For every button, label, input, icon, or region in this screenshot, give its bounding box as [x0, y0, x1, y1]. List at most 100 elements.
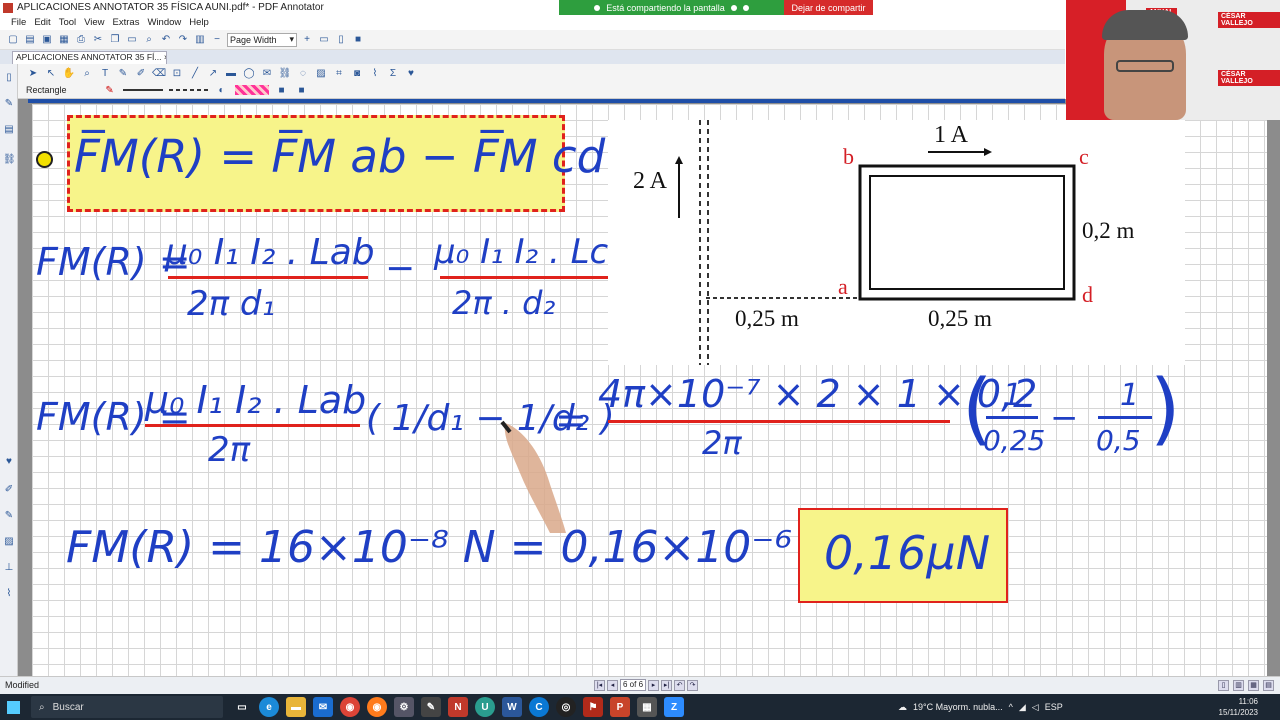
view-double-icon[interactable]: ▥: [1233, 680, 1244, 691]
rectangle-tool-icon[interactable]: ▬: [224, 66, 238, 80]
menu-window[interactable]: Window: [144, 17, 184, 28]
find-icon[interactable]: ⌕: [142, 33, 156, 47]
pointer-icon[interactable]: ➤: [26, 66, 40, 80]
view-scroll-icon[interactable]: ▤: [1263, 680, 1274, 691]
page-layout-icon[interactable]: ▥: [193, 33, 207, 47]
save-all-icon[interactable]: ▦: [57, 33, 71, 47]
start-button[interactable]: [0, 694, 26, 720]
volume-icon[interactable]: ◁: [1032, 702, 1039, 713]
print-icon[interactable]: ⎙: [74, 33, 88, 47]
line-color-icon[interactable]: ✎: [103, 83, 117, 97]
task-view-icon[interactable]: ▭: [232, 697, 252, 717]
copy-icon[interactable]: ❐: [108, 33, 122, 47]
language-indicator[interactable]: ESP: [1045, 702, 1063, 712]
pages-icon[interactable]: ▯: [3, 72, 15, 84]
next-page-button[interactable]: ▸: [648, 679, 659, 691]
app-grid-icon[interactable]: ▦: [637, 697, 657, 717]
file-explorer-icon[interactable]: ▬: [286, 697, 306, 717]
settings-app-icon[interactable]: ⚙: [394, 697, 414, 717]
eraser-icon[interactable]: ⌫: [152, 66, 166, 80]
edit-rail-icon[interactable]: ✎: [3, 510, 15, 522]
close-icon[interactable]: ×: [164, 52, 166, 62]
tab-document[interactable]: APLICACIONES ANNOTATOR 35 FÍ... ×: [12, 51, 167, 64]
menu-extras[interactable]: Extras: [110, 17, 143, 28]
ellipse-tool-icon[interactable]: ◯: [242, 66, 256, 80]
arrow-tool-icon[interactable]: ↗: [206, 66, 220, 80]
crop-icon[interactable]: ⌗: [332, 66, 346, 80]
measure-icon[interactable]: ⌇: [368, 66, 382, 80]
zoom-app-icon[interactable]: Z: [664, 697, 684, 717]
app-u-icon[interactable]: U: [475, 697, 495, 717]
stop-sharing-button[interactable]: Dejar de compartir: [784, 0, 873, 15]
tray-chevron-icon[interactable]: ^: [1009, 702, 1013, 712]
line-style-select[interactable]: [168, 89, 209, 91]
pen-rail-icon[interactable]: ✎: [3, 98, 15, 110]
link-rail-icon[interactable]: ⛓: [3, 154, 16, 166]
edge-icon[interactable]: e: [259, 697, 279, 717]
selection-handle[interactable]: [36, 151, 53, 168]
fit-width-icon[interactable]: ▯: [334, 33, 348, 47]
hand-icon[interactable]: ✋: [62, 66, 76, 80]
zoom-tool-icon[interactable]: ⌕: [80, 66, 94, 80]
pdf-reader-icon[interactable]: ⚑: [583, 697, 603, 717]
stamp-icon[interactable]: ⊡: [170, 66, 184, 80]
new-document-icon[interactable]: ▢: [6, 33, 20, 47]
app-c-icon[interactable]: C: [529, 697, 549, 717]
last-page-button[interactable]: ▸|: [661, 679, 672, 691]
camera-tool-icon[interactable]: ◙: [350, 66, 364, 80]
open-folder-icon[interactable]: ▤: [23, 33, 37, 47]
image-icon[interactable]: ▨: [314, 66, 328, 80]
favorites-icon[interactable]: ♥: [404, 66, 418, 80]
paste-icon[interactable]: ▭: [125, 33, 139, 47]
fullscreen-icon[interactable]: ■: [351, 33, 365, 47]
mic-icon[interactable]: [730, 4, 737, 11]
back-button[interactable]: ↶: [674, 679, 685, 691]
mail-icon[interactable]: ✉: [313, 697, 333, 717]
view-grid-icon[interactable]: ▦: [1248, 680, 1259, 691]
page-indicator[interactable]: 6 of 6: [620, 679, 646, 691]
camera-icon[interactable]: [742, 4, 749, 11]
style-b-icon[interactable]: ■: [295, 83, 309, 97]
image-rail-icon[interactable]: ▨: [3, 536, 15, 548]
menu-view[interactable]: View: [81, 17, 107, 28]
favorites-rail-icon[interactable]: ♥: [3, 456, 15, 468]
stamp-rail-icon[interactable]: ⊥: [3, 562, 15, 574]
clock[interactable]: 11:06 15/11/2023: [1219, 696, 1258, 718]
zoom-in-icon[interactable]: +: [300, 33, 314, 47]
folder-icon[interactable]: ▤: [3, 124, 15, 136]
fit-page-icon[interactable]: ▭: [317, 33, 331, 47]
firefox-icon[interactable]: ◉: [367, 697, 387, 717]
text-tool-icon[interactable]: T: [98, 66, 112, 80]
style-a-icon[interactable]: ■: [275, 83, 289, 97]
highlighter-icon[interactable]: ✐: [134, 66, 148, 80]
line-tool-icon[interactable]: ╱: [188, 66, 202, 80]
menu-tool[interactable]: Tool: [56, 17, 79, 28]
zoom-select[interactable]: Page Width ▾: [227, 32, 297, 47]
link-icon[interactable]: ⛓: [278, 66, 292, 80]
media-icon[interactable]: ◎: [556, 697, 576, 717]
menu-file[interactable]: File: [8, 17, 29, 28]
network-icon[interactable]: ◢: [1019, 702, 1026, 713]
line-width-select[interactable]: [122, 89, 163, 91]
pdf-annotator-icon[interactable]: N: [448, 697, 468, 717]
first-page-button[interactable]: |◂: [594, 679, 605, 691]
prev-page-button[interactable]: ◂: [607, 679, 618, 691]
pen-icon[interactable]: ✎: [116, 66, 130, 80]
cut-icon[interactable]: ✂: [91, 33, 105, 47]
save-icon[interactable]: ▣: [40, 33, 54, 47]
lasso-icon[interactable]: ◌: [296, 66, 310, 80]
menu-edit[interactable]: Edit: [31, 17, 53, 28]
menu-help[interactable]: Help: [186, 17, 212, 28]
chrome-icon[interactable]: ◉: [340, 697, 360, 717]
select-text-icon[interactable]: ↖: [44, 66, 58, 80]
taskbar-search[interactable]: ⌕ Buscar: [31, 696, 223, 718]
word-icon[interactable]: W: [502, 697, 522, 717]
redo-icon[interactable]: ↷: [176, 33, 190, 47]
email-icon[interactable]: ✉: [260, 66, 274, 80]
undo-icon[interactable]: ↶: [159, 33, 173, 47]
powerpoint-icon[interactable]: P: [610, 697, 630, 717]
ruler-rail-icon[interactable]: ⌇: [3, 588, 15, 600]
zoom-out-icon[interactable]: −: [210, 33, 224, 47]
weather-icon[interactable]: ☁: [898, 702, 907, 713]
weather-text[interactable]: 19°C Mayorm. nubla...: [913, 702, 1003, 712]
